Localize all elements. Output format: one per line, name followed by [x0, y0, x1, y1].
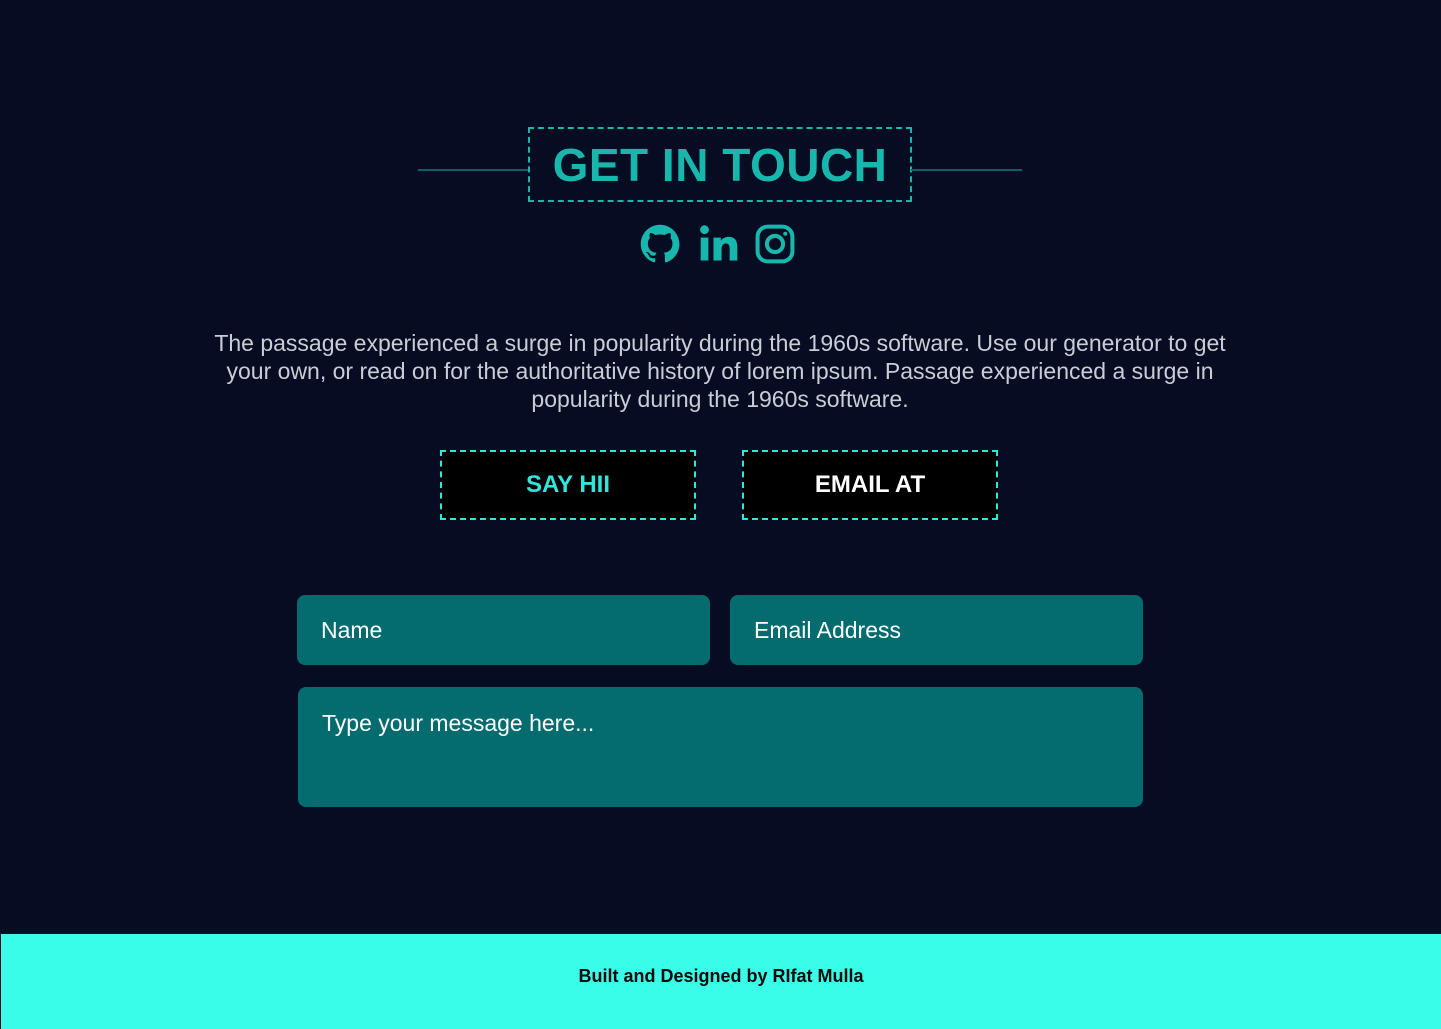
email-field[interactable]: [730, 595, 1143, 665]
footer-credit: Built and Designed by RIfat Mulla: [578, 966, 864, 986]
title-divider-right: [911, 169, 1022, 171]
name-field[interactable]: [297, 595, 710, 665]
intro-paragraph: The passage experienced a surge in popul…: [214, 330, 1226, 412]
instagram-icon[interactable]: [753, 222, 797, 266]
title-divider-left: [418, 169, 529, 171]
say-hi-button[interactable]: SAY HII: [440, 450, 696, 520]
contact-section: GET IN TOUCH The passage experienced a s…: [0, 0, 1441, 934]
email-at-button[interactable]: EMAIL AT: [742, 450, 998, 520]
social-links: [0, 222, 1441, 268]
footer: Built and Designed by RIfat Mulla: [1, 934, 1441, 1029]
linkedin-icon[interactable]: [697, 222, 741, 266]
section-header: GET IN TOUCH: [0, 127, 1441, 202]
message-textarea[interactable]: [298, 687, 1143, 807]
github-icon[interactable]: [638, 222, 682, 266]
page-title: GET IN TOUCH: [552, 138, 888, 191]
title-frame: GET IN TOUCH: [528, 127, 912, 202]
